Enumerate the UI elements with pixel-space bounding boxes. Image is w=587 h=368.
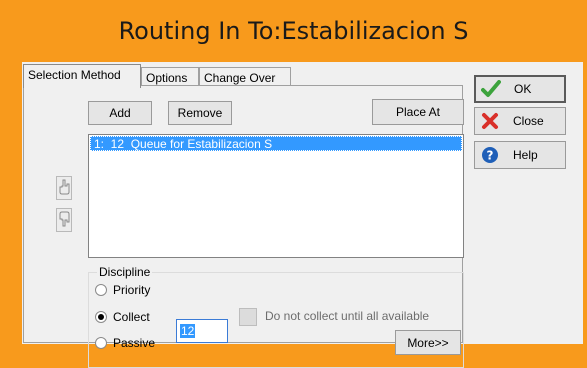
hand-up-icon [58, 179, 70, 198]
tab-options[interactable]: Options [141, 67, 199, 87]
do-not-collect-label: Do not collect until all available [265, 309, 430, 323]
question-icon: ? [475, 146, 505, 164]
list-item[interactable]: 1: 12 Queue for Estabilizacion S [90, 136, 462, 151]
place-at-button[interactable]: Place At [372, 99, 464, 125]
do-not-collect-checkbox[interactable] [239, 308, 257, 326]
routing-listbox[interactable]: 1: 12 Queue for Estabilizacion S [88, 134, 464, 258]
radio-passive-control[interactable] [95, 337, 107, 349]
hand-down-icon [58, 211, 70, 230]
radio-priority-label: Priority [113, 283, 151, 297]
window-title: Routing In To:Estabilizacion S [118, 17, 469, 45]
checkmark-icon [476, 80, 506, 98]
ok-button[interactable]: OK [474, 75, 566, 103]
move-up-button[interactable] [56, 176, 72, 200]
radio-passive-label: Passive [113, 336, 156, 350]
close-label: Close [513, 114, 544, 128]
dialog-client: Selection Method Options Change Over Add… [22, 62, 583, 368]
radio-collect-label: Collect [113, 310, 150, 324]
radio-collect-control[interactable] [95, 311, 107, 323]
discipline-label: Discipline [97, 265, 153, 279]
radio-priority-control[interactable] [95, 284, 107, 296]
close-button[interactable]: Close [474, 107, 566, 135]
ok-label: OK [514, 82, 532, 96]
collect-quantity-input[interactable]: 12 [176, 319, 228, 343]
move-down-button[interactable] [56, 208, 72, 232]
add-button[interactable]: Add [88, 101, 152, 125]
svg-text:?: ? [487, 149, 494, 163]
discipline-group: Discipline Priority Collect Passive 12 D… [88, 265, 464, 368]
help-label: Help [513, 148, 538, 162]
collect-quantity-value: 12 [180, 324, 196, 338]
remove-button[interactable]: Remove [168, 101, 232, 125]
tab-selection-method[interactable]: Selection Method [23, 64, 141, 88]
radio-priority[interactable]: Priority [95, 283, 150, 297]
help-button[interactable]: ? Help [474, 141, 566, 169]
red-x-icon [475, 112, 505, 130]
tab-change-over[interactable]: Change Over [199, 67, 291, 87]
radio-collect[interactable]: Collect [95, 310, 150, 324]
selection-method-panel: Add Remove Place At 1: 12 Queue for Esta… [23, 85, 464, 368]
more-button[interactable]: More>> [395, 330, 461, 355]
radio-passive[interactable]: Passive [95, 336, 155, 350]
